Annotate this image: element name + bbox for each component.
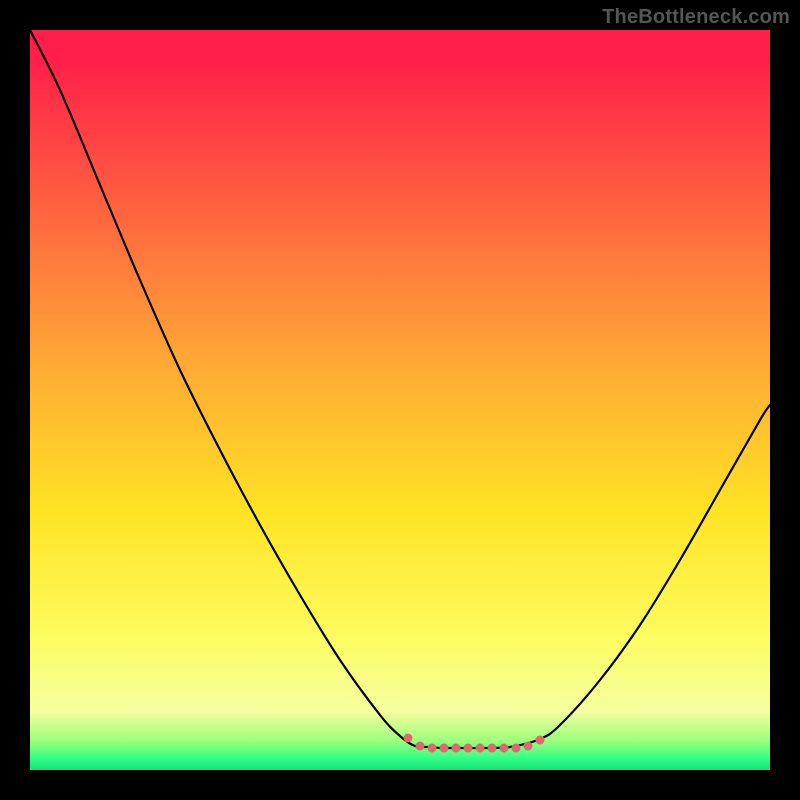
valley-dot [476,744,485,753]
valley-dot [524,742,533,751]
valley-dot [536,736,545,745]
valley-dot [428,744,437,753]
valley-dot [416,742,425,751]
chart-stage: TheBottleneck.com [0,0,800,800]
valley-dot [512,744,521,753]
valley-dot [464,744,473,753]
valley-dot [500,744,509,753]
valley-dot [452,744,461,753]
bottleneck-chart [0,0,800,800]
valley-dot [440,744,449,753]
valley-dot [404,734,413,743]
gradient-background [30,30,770,770]
valley-dot [488,744,497,753]
